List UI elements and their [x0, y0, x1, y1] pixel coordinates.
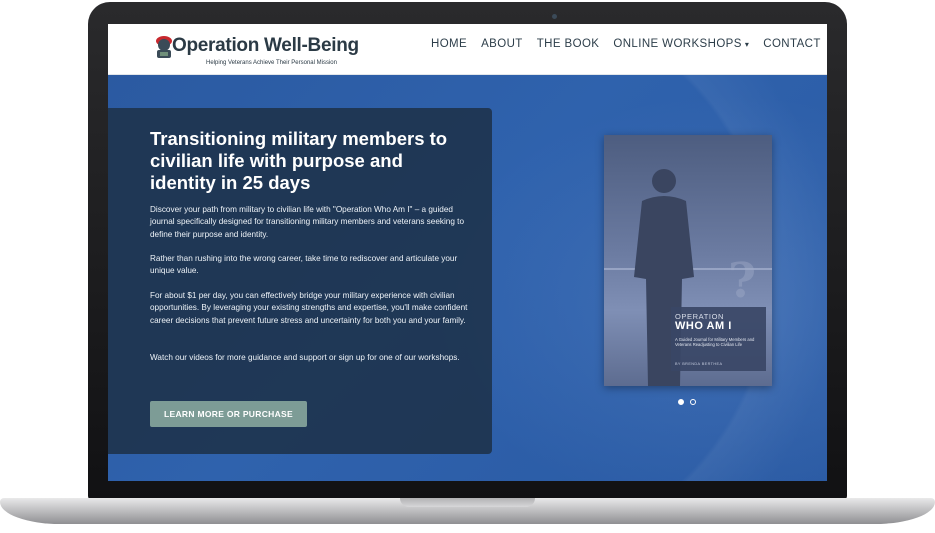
laptop-notch [400, 498, 535, 507]
camera-dot [552, 14, 557, 19]
main-nav: HOME ABOUT THE BOOK ONLINE WORKSHOPS ▾ CO… [424, 38, 827, 50]
nav-the-book[interactable]: THE BOOK [530, 38, 607, 50]
hero-title: Transitioning military members to civili… [150, 128, 448, 193]
caret-down-icon: ▾ [744, 40, 750, 49]
nav-about[interactable]: ABOUT [474, 38, 530, 50]
hero-paragraph-price: For about $1 per day, you can effectivel… [150, 291, 468, 325]
book-author: BY BRENDA BERTHEA [675, 362, 723, 366]
learn-more-purchase-button[interactable]: LEARN MORE OR PURCHASE [150, 401, 307, 427]
hero-paragraph-videos: Watch our videos for more guidance and s… [150, 353, 460, 362]
site-logo[interactable]: Operation Well-Being Helping Veterans Ac… [154, 32, 359, 70]
hero-section: Transitioning military members to civili… [108, 75, 827, 481]
nav-contact[interactable]: CONTACT [756, 38, 827, 50]
browser-viewport: Operation Well-Being Helping Veterans Ac… [108, 24, 827, 481]
book-subtitle: A Guided Journal for Military Members an… [675, 337, 755, 348]
nav-home[interactable]: HOME [424, 38, 474, 50]
nav-online-workshops-label: ONLINE WORKSHOPS [613, 38, 742, 50]
logo-tagline: Helping Veterans Achieve Their Personal … [206, 60, 337, 66]
book-title-big: WHO AM I [675, 320, 732, 332]
question-mark-icon: ? [728, 253, 757, 309]
site-header: Operation Well-Being Helping Veterans Ac… [108, 24, 827, 75]
hero-text-card: Transitioning military members to civili… [108, 108, 492, 454]
book-cover-image[interactable]: ? OPERATION WHO AM I A Guided Journal fo… [604, 135, 772, 386]
hero-paragraph-intro: Discover your path from military to civi… [150, 205, 465, 239]
hero-paragraph-career: Rather than rushing into the wrong caree… [150, 254, 458, 276]
book-title-panel: OPERATION WHO AM I A Guided Journal for … [671, 307, 766, 371]
carousel-dot-1[interactable] [678, 399, 684, 405]
logo-title: Operation Well-Being [172, 35, 359, 56]
soldier-logo-icon [156, 36, 172, 58]
carousel-pagination [678, 399, 696, 405]
nav-online-workshops[interactable]: ONLINE WORKSHOPS ▾ [606, 38, 756, 50]
carousel-dot-2[interactable] [690, 399, 696, 405]
